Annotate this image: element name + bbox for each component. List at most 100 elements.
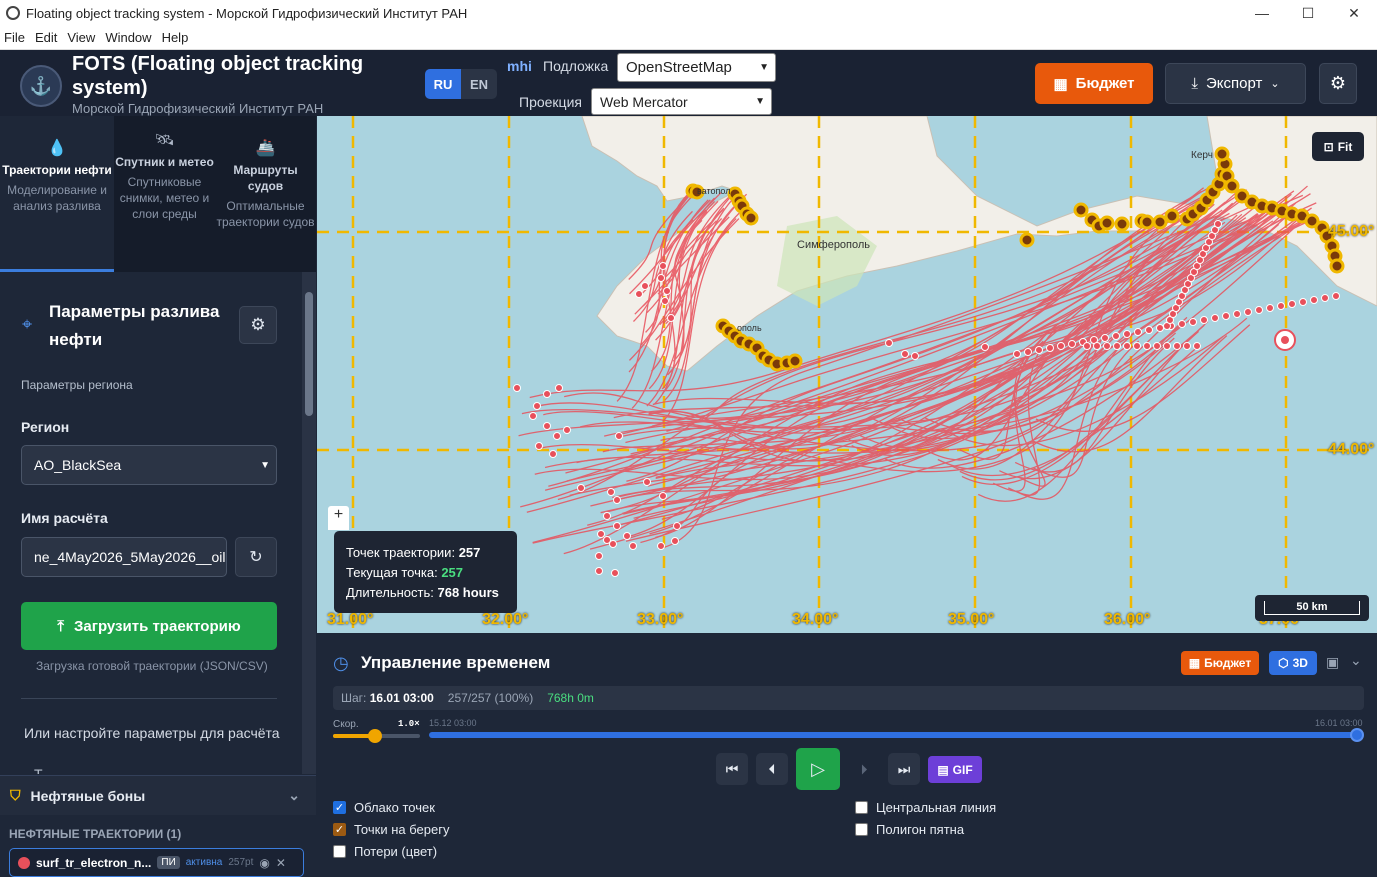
trajectory-point — [1222, 312, 1230, 320]
logo: ⚓ — [20, 65, 62, 107]
trajectory-item[interactable]: surf_tr_electron_n... ПИ активна 257pt ◉… — [9, 848, 304, 877]
export-button[interactable]: ⤓ Экспорт ⌄ — [1165, 63, 1306, 104]
settings-button[interactable]: ⚙ — [1319, 63, 1357, 104]
trajectory-point — [1103, 342, 1111, 350]
trajectory-point — [1173, 342, 1181, 350]
tab-ship-routes[interactable]: 🚢 Маршруты судов Оптимальные траектории … — [215, 116, 316, 272]
skip-start-button[interactable]: ⏮ — [716, 753, 748, 785]
menu-file[interactable]: File — [0, 30, 31, 45]
three-d-label: 3D — [1292, 656, 1308, 670]
speed-knob[interactable] — [367, 729, 382, 743]
booms-label: Нефтяные боны — [30, 787, 146, 804]
calc-name-input[interactable]: ne_4May2026_5May2026__oil — [21, 537, 227, 577]
panel-settings-button[interactable]: ⚙ — [239, 306, 277, 344]
close-icon[interactable]: ✕ — [276, 856, 286, 870]
trajectory-point — [615, 432, 623, 440]
city-simferopol: Симферополь — [797, 239, 870, 251]
city-kerch: Керч — [1191, 150, 1213, 161]
play-button[interactable]: ▷ — [796, 748, 840, 790]
mhi-label: mhi — [507, 58, 532, 74]
menu-help[interactable]: Help — [158, 30, 195, 45]
step-label: Шаг: — [341, 691, 367, 705]
maximize-icon[interactable]: ☐ — [1285, 0, 1331, 26]
basemap-select[interactable]: OpenStreetMap ▼ — [617, 53, 776, 82]
trajectory-point — [613, 496, 621, 504]
booms-section[interactable]: ⛉ Нефтяные боны ⌄ — [0, 775, 316, 815]
step-back-button[interactable]: ⏴ — [756, 753, 788, 785]
refresh-icon: ↻ — [249, 549, 263, 566]
skip-end-button[interactable]: ⏭ — [888, 753, 920, 785]
checkbox-losses[interactable]: Потери (цвет) — [333, 844, 437, 859]
tab-desc: Моделирование и анализ разлива — [7, 183, 107, 213]
tip-duration-value: 768 hours — [437, 585, 499, 600]
panel-scrollbar[interactable] — [302, 272, 316, 774]
lang-en-button[interactable]: EN — [461, 69, 497, 99]
checkbox-point-cloud[interactable]: ✓ Облако точек — [333, 800, 435, 815]
trajectory-point — [623, 532, 631, 540]
tab-oil-trajectories[interactable]: 💧 Траектории нефти Моделирование и анали… — [0, 116, 114, 272]
trajectory-point — [635, 290, 643, 298]
projection-select[interactable]: Web Mercator ▼ — [591, 88, 772, 115]
checkbox-center-line[interactable]: Центральная линия — [855, 800, 996, 815]
shore-point — [743, 210, 759, 226]
play-icon: ▷ — [811, 758, 825, 779]
trajectory-point — [543, 422, 551, 430]
checkbox-label: Точки на берегу — [354, 822, 450, 837]
step-forward-icon: ⏵ — [860, 760, 868, 777]
chevron-down-icon[interactable]: ⌄ — [1350, 652, 1362, 669]
calendar-icon[interactable]: ▣ — [1326, 654, 1339, 671]
clock-icon: ◷ — [333, 653, 349, 673]
shore-point — [1214, 146, 1230, 162]
lang-ru-button[interactable]: RU — [425, 69, 461, 99]
reset-name-button[interactable]: ↻ — [235, 537, 277, 577]
trajectory-point — [1024, 348, 1032, 356]
shore-point — [1164, 208, 1180, 224]
checkbox-slick-polygon[interactable]: Полигон пятна — [855, 822, 964, 837]
color-dot — [18, 856, 30, 869]
trajectory-point — [529, 412, 537, 420]
lat-tick-45: 45.00° — [1328, 223, 1375, 240]
fit-button[interactable]: ⊡ Fit — [1312, 132, 1364, 161]
eye-icon[interactable]: ◉ — [259, 856, 269, 870]
projection-label: Проекция — [519, 94, 582, 110]
basemap-label: Подложка — [543, 58, 609, 74]
checkbox-label: Полигон пятна — [876, 822, 965, 837]
gif-button[interactable]: ▤ GIF — [928, 756, 982, 783]
close-window-icon[interactable]: ✕ — [1331, 0, 1377, 26]
tab-title: Траектории нефти — [2, 163, 112, 177]
menu-window[interactable]: Window — [101, 30, 157, 45]
three-d-button[interactable]: ⬡ 3D — [1269, 651, 1317, 675]
step-progress: 257/257 (100%) — [447, 691, 534, 705]
menu-view[interactable]: View — [63, 30, 101, 45]
chevron-down-icon: ⌄ — [1270, 78, 1280, 90]
speed-slider[interactable] — [333, 729, 420, 743]
export-label: Экспорт — [1206, 75, 1263, 92]
minimize-icon[interactable]: — — [1239, 0, 1285, 26]
chevron-down-icon: ▼ — [759, 62, 769, 73]
tab-satellite-meteo[interactable]: 🛰 Спутник и метео Спутниковые снимки, ме… — [114, 116, 215, 272]
trajectory-point — [1299, 298, 1307, 306]
params-panel: ⌖ Параметры разлива нефти ⚙ Параметры ре… — [0, 272, 302, 774]
trajectory-point — [609, 540, 617, 548]
trajectory-point — [1133, 342, 1141, 350]
scrollbar-thumb[interactable] — [305, 292, 313, 416]
trajectory-point — [1214, 220, 1222, 228]
budget-button[interactable]: ▦ Бюджет — [1035, 63, 1153, 104]
shore-point — [1152, 214, 1168, 230]
checkbox-shore-points[interactable]: ✓ Точки на берегу — [333, 822, 449, 837]
trajectory-point — [555, 384, 563, 392]
time-knob[interactable] — [1350, 728, 1364, 742]
region-select[interactable]: AO_BlackSea ▼ — [21, 445, 277, 485]
upload-trajectory-button[interactable]: ⤒ Загрузить траекторию — [21, 602, 277, 650]
chevron-down-icon: ⌄ — [288, 787, 300, 803]
shield-icon: ⛉ — [10, 787, 21, 803]
trajectory-point — [1145, 326, 1153, 334]
zoom-in-button[interactable]: + — [328, 506, 349, 530]
step-forward-button[interactable]: ⏵ — [848, 753, 880, 785]
checkbox-box — [855, 823, 868, 836]
time-slider[interactable] — [429, 728, 1364, 742]
trajectory-point — [535, 442, 543, 450]
menu-edit[interactable]: Edit — [31, 30, 63, 45]
time-budget-button[interactable]: ▦ Бюджет — [1181, 651, 1259, 675]
trajectory-point — [1189, 318, 1197, 326]
